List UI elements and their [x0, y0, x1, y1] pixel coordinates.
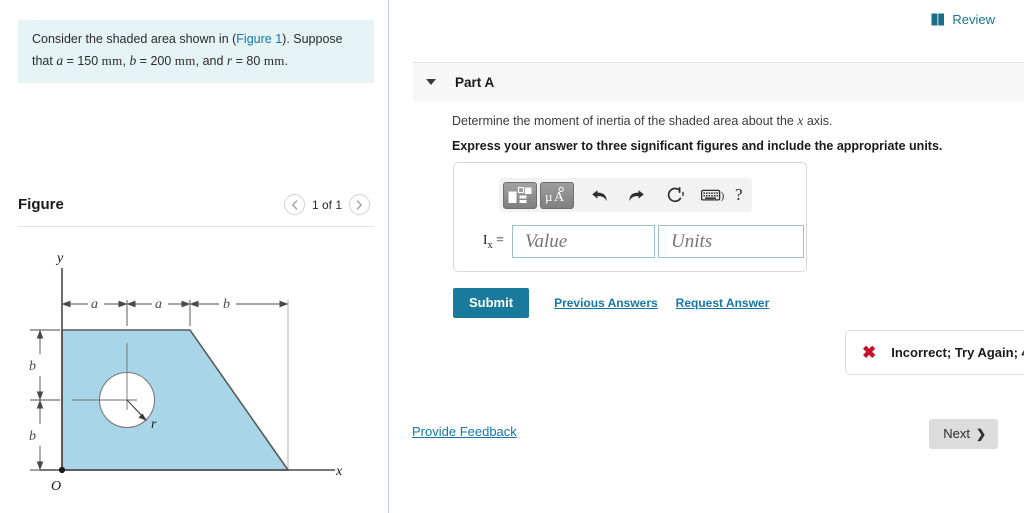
figure-page-count: 1 of 1 [311, 197, 342, 212]
review-button[interactable]: Review [931, 12, 995, 27]
part-a-header[interactable]: Part A [413, 62, 1024, 101]
answer-row: Ix = [464, 225, 804, 258]
figure-title: Figure [18, 196, 64, 213]
caret-down-icon[interactable] [426, 79, 436, 85]
keyboard-button[interactable]: ) [698, 182, 729, 209]
undo-button[interactable] [585, 182, 613, 209]
request-answer-link[interactable]: Request Answer [676, 296, 770, 310]
dim-label-a1: a [91, 297, 98, 312]
question-line-2-pre: that [32, 53, 57, 68]
answer-entry-card: µ A) ? Ix = Value Units [453, 162, 807, 272]
svg-text:A: A [554, 190, 565, 204]
x-axis-label: x [335, 464, 343, 479]
math-template-icon [508, 186, 532, 203]
question-line-1-post: ). Suppose [282, 32, 343, 46]
question-line-1-pre: Consider the shaded area shown in ( [32, 32, 237, 46]
reset-circle-icon [667, 186, 684, 202]
undo-arrow-icon [591, 189, 607, 201]
review-label: Review [952, 12, 995, 27]
eq-a: = 150 [63, 53, 99, 68]
dim-label-b-top: b [223, 297, 230, 312]
feedback-banner: ✖ Incorrect; Try Again; 4 attempts remai… [845, 330, 1024, 375]
open-book-icon [931, 13, 945, 26]
submit-button[interactable]: Submit [453, 288, 530, 318]
answer-var-eq: = [492, 232, 504, 248]
x-mark-icon: ✖ [862, 343, 877, 362]
figure-next-button[interactable] [349, 194, 370, 215]
dim-label-b-left-lower: b [29, 429, 36, 444]
redo-button[interactable] [622, 182, 650, 209]
svg-text:): ) [721, 190, 725, 202]
units-button[interactable]: µ A [540, 181, 574, 209]
previous-answers-link[interactable]: Previous Answers [554, 296, 658, 310]
figure-divider [18, 226, 374, 227]
figure-pager: 1 of 1 [283, 194, 370, 215]
answer-value-input[interactable] [512, 225, 655, 258]
part-a-instruction: Express your answer to three significant… [452, 139, 943, 153]
dim-label-b-left-upper: b [29, 359, 36, 374]
y-axis: y [55, 251, 64, 470]
problem-page: Consider the shaded area shown in (Figur… [0, 0, 1024, 513]
next-label: Next [943, 426, 970, 441]
answer-units-input[interactable] [658, 225, 804, 258]
next-button[interactable]: Next ❯ [929, 419, 998, 449]
part-a-prompt: Determine the moment of inertia of the s… [452, 113, 833, 129]
chevron-right-icon [356, 199, 362, 210]
eq-b: = 200 [136, 53, 172, 68]
unit-a: mm [101, 52, 123, 68]
math-toolbar: µ A) ? [499, 178, 752, 212]
help-button[interactable]: ? [732, 185, 743, 205]
figure-prev-button[interactable] [283, 194, 305, 215]
period: . [284, 53, 289, 68]
prompt-post: axis. [803, 114, 833, 128]
svg-text:µ: µ [545, 189, 553, 204]
chevron-left-icon [292, 199, 298, 210]
origin-marker: O [51, 466, 66, 494]
left-dimension-chain: b b [29, 329, 60, 471]
dim-label-a2: a [155, 297, 162, 312]
right-pane: Review Part A Determine the moment of in… [389, 0, 1024, 513]
dim-label-r: r [151, 417, 157, 432]
redo-arrow-icon [628, 189, 644, 201]
left-pane: Consider the shaded area shown in (Figur… [0, 0, 388, 513]
y-axis-label: y [55, 251, 64, 266]
reset-button[interactable] [662, 182, 690, 209]
template-button[interactable] [503, 181, 537, 209]
part-a-title: Part A [455, 74, 495, 90]
sep-2: , and [195, 53, 227, 68]
eq-r: = 80 [232, 53, 261, 68]
figure-svg: y x O a a b b b r [29, 251, 343, 494]
figure-link[interactable]: Figure 1 [236, 32, 282, 46]
question-statement: Consider the shaded area shown in (Figur… [18, 20, 374, 83]
unit-r: mm [263, 52, 285, 68]
unit-b: mm [174, 52, 196, 68]
keyboard-icon: ) [701, 189, 725, 202]
answer-actions: Submit Previous Answers Request Answer [453, 288, 769, 318]
provide-feedback-link[interactable]: Provide Feedback [412, 424, 517, 439]
origin-label: O [51, 479, 61, 494]
feedback-message: Incorrect; Try Again; 4 attempts remaini… [891, 345, 1024, 360]
micro-angstrom-icon: µ A [545, 186, 565, 204]
prompt-pre: Determine the moment of inertia of the s… [452, 114, 798, 128]
chevron-right-icon: ❯ [975, 426, 986, 441]
figure-diagram: y x O a a b b b r [0, 238, 388, 510]
answer-variable-label: Ix = [464, 233, 504, 251]
figure-header: Figure 1 of 1 [18, 194, 374, 222]
